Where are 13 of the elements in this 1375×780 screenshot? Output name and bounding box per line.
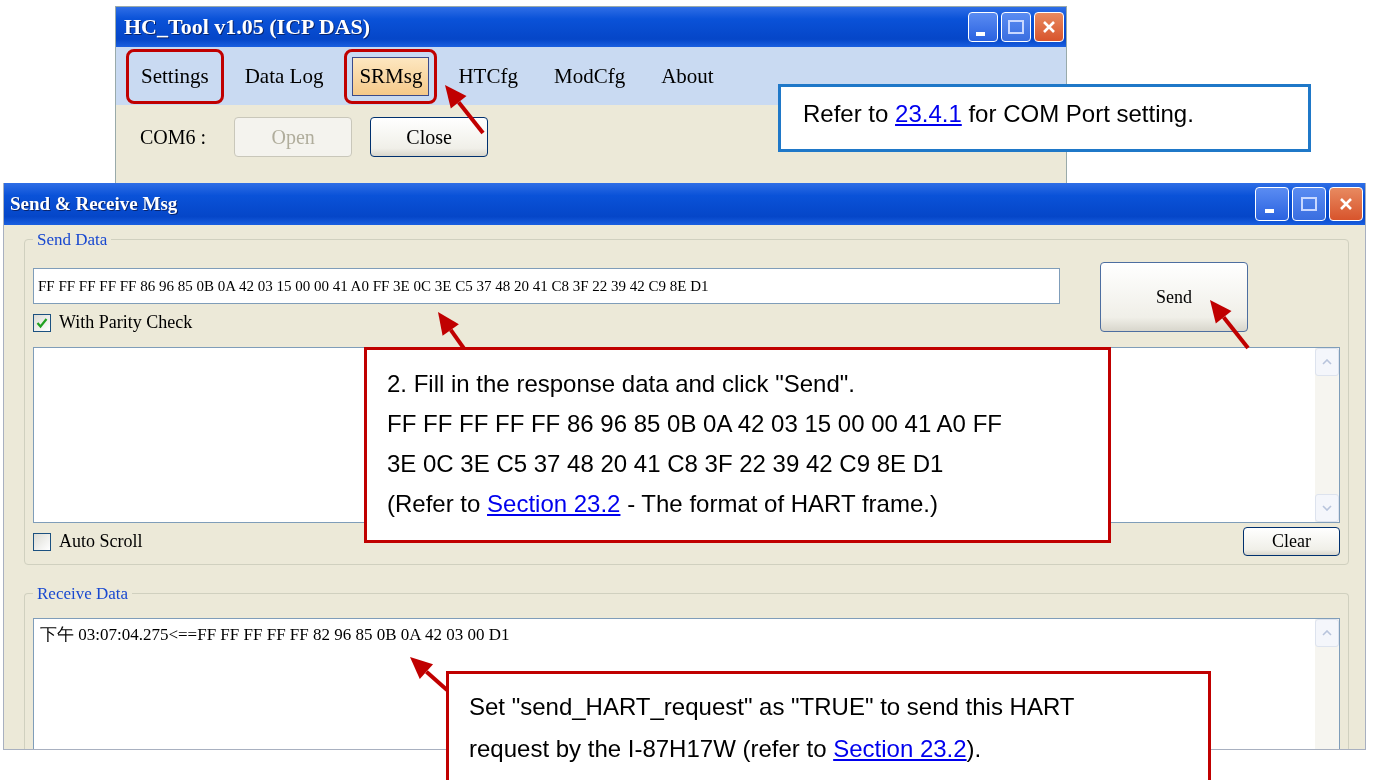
callout-text: FF FF FF FF FF 86 96 85 0B 0A 42 03 15 00 00 41 A0 FF: [387, 409, 1003, 439]
window-title: HC_Tool v1.05 (ICP DAS): [124, 14, 371, 40]
window-title: Send & Receive Msg: [10, 193, 178, 215]
checkbox-label: Auto Scroll: [59, 531, 143, 552]
callout-text: request by the I-87H17W (refer to Section 23.2).: [469, 734, 983, 764]
callout-text: Set "send_HART_request" as "TRUE" to send this HART: [469, 692, 1076, 722]
callout-text: 3E 0C 3E C5 37 48 20 41 C8 3F 22 39 42 C9 8E D1: [387, 449, 945, 479]
log-line: 下午 03:07:04.275<==FF FF FF FF FF 82 96 85 0B 0A 42 03 00 D1: [40, 624, 511, 646]
callout-text: (Refer to Section 23.2 - The format of HART frame.): [387, 489, 939, 519]
callout-text: Refer to 23.4.1 for COM Port setting.: [803, 100, 1195, 128]
callout-text: 2. Fill in the response data and click "Send".: [387, 369, 856, 399]
port-label: COM6 :: [140, 125, 207, 149]
checkbox-label: With Parity Check: [59, 312, 193, 333]
